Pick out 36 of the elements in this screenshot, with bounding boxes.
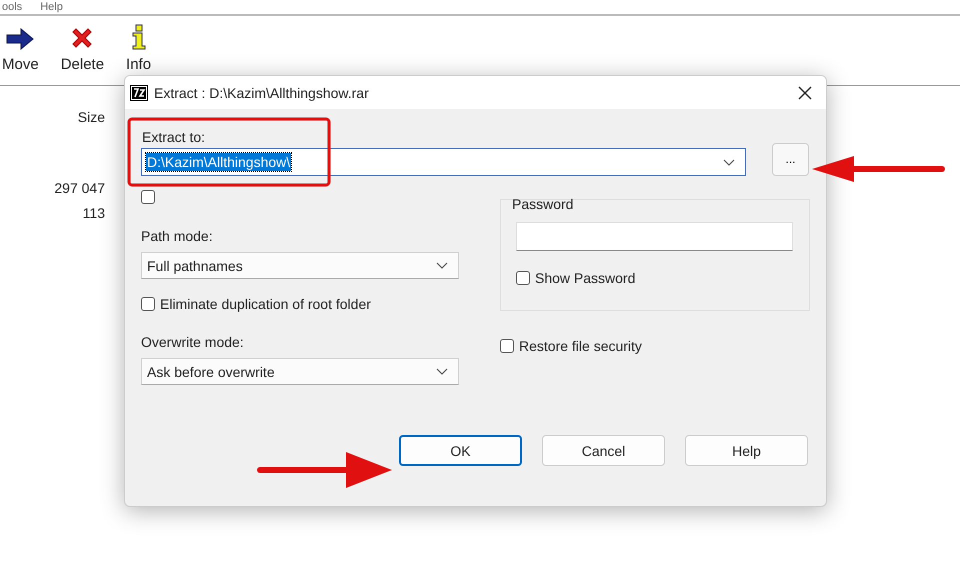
menu-item[interactable]: Help	[40, 0, 63, 14]
toolbar-button[interactable]: Delete	[60, 16, 104, 85]
checkbox[interactable]	[141, 190, 155, 204]
checkbox-label: Restore file security	[519, 338, 642, 354]
dialog-button[interactable]: OK	[399, 435, 522, 466]
overwrite-mode-dropdown[interactable]: Ask before overwrite	[141, 358, 459, 385]
path-mode-dropdown[interactable]: Full pathnames	[141, 252, 459, 279]
password-field[interactable]	[516, 222, 793, 251]
info-icon	[130, 24, 147, 50]
dialog-button[interactable]: Cancel	[542, 435, 665, 466]
table-cell: 297 047	[54, 180, 105, 196]
dialog-button[interactable]: Help	[685, 435, 808, 466]
path-combo-box[interactable]: D:\Kazim\Allthingshow\	[141, 148, 746, 176]
column-header[interactable]: Size	[0, 109, 105, 125]
checkbox[interactable]	[500, 339, 514, 353]
field-label: Path mode:	[141, 228, 213, 244]
checkbox-label: Show Password	[535, 270, 636, 286]
close-icon	[70, 26, 94, 50]
caret-icon	[723, 158, 735, 166]
checkbox[interactable]	[516, 271, 530, 285]
window-title: Extract : D:\Kazim\Allthingshow.rar	[154, 84, 370, 100]
field-label: Extract to:	[142, 129, 206, 145]
toolbar-button[interactable]: Info	[126, 16, 152, 85]
table-cell: 113	[82, 205, 105, 221]
checkbox[interactable]	[141, 297, 155, 311]
toolbar-button[interactable]: Move	[2, 16, 39, 85]
group-label: Password	[512, 196, 574, 212]
app-icon	[130, 84, 148, 100]
close-icon[interactable]	[798, 86, 812, 100]
field-label: Overwrite mode:	[141, 334, 244, 350]
arrow-icon	[6, 28, 34, 50]
caret-icon	[436, 368, 448, 375]
menu-item[interactable]: ools	[2, 0, 22, 14]
caret-icon	[436, 262, 448, 269]
checkbox-label: Eliminate duplication of root folder	[160, 296, 371, 312]
browse-button[interactable]: ...	[772, 142, 809, 176]
